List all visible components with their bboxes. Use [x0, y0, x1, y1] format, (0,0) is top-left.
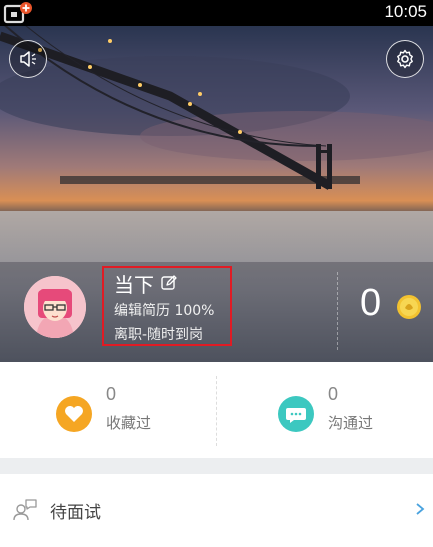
coin-count[interactable]: 0 [360, 282, 381, 325]
contacted-count: 0 [328, 384, 339, 404]
section-gap [0, 458, 433, 474]
app-notification-icon [3, 2, 32, 24]
stats-row: 0 收藏过 0 沟通过 [0, 362, 433, 458]
chevron-right-icon [416, 503, 425, 515]
profile-info-highlight: 当下 编辑简历 100% 离职-随时到岗 [102, 266, 232, 346]
profile-bar: 当下 编辑简历 100% 离职-随时到岗 0 [0, 262, 433, 362]
heart-icon [56, 396, 92, 432]
profile-header: 当下 编辑简历 100% 离职-随时到岗 0 [0, 26, 433, 362]
resume-label: 编辑简历 [114, 303, 170, 319]
interview-icon [13, 499, 37, 521]
avatar[interactable] [24, 276, 86, 338]
divider [337, 272, 338, 350]
resume-completion[interactable]: 编辑简历 100% [114, 300, 214, 320]
avatar-image [24, 276, 86, 338]
chat-bubble-icon [278, 396, 314, 432]
user-name: 当下 [114, 272, 154, 297]
menu-item-pending-interview[interactable]: 待面试 [0, 474, 433, 547]
resume-percent: 100% [174, 303, 215, 319]
edit-icon[interactable] [160, 274, 178, 292]
contacted-label: 沟通过 [328, 414, 374, 432]
favorited-count: 0 [106, 384, 117, 404]
clock-time: 10:05 [384, 2, 427, 21]
speaker-button[interactable] [9, 40, 47, 78]
status-bar: 10:05 [0, 0, 433, 26]
job-status[interactable]: 离职-随时到岗 [114, 324, 203, 344]
name-row[interactable]: 当下 [114, 270, 178, 297]
coin-icon[interactable] [396, 294, 422, 320]
settings-button[interactable] [386, 40, 424, 78]
stats-divider [216, 376, 217, 446]
gear-icon [397, 49, 413, 69]
speaker-icon [20, 51, 36, 67]
favorited-label: 收藏过 [106, 414, 152, 432]
menu-item-label: 待面试 [50, 503, 101, 523]
